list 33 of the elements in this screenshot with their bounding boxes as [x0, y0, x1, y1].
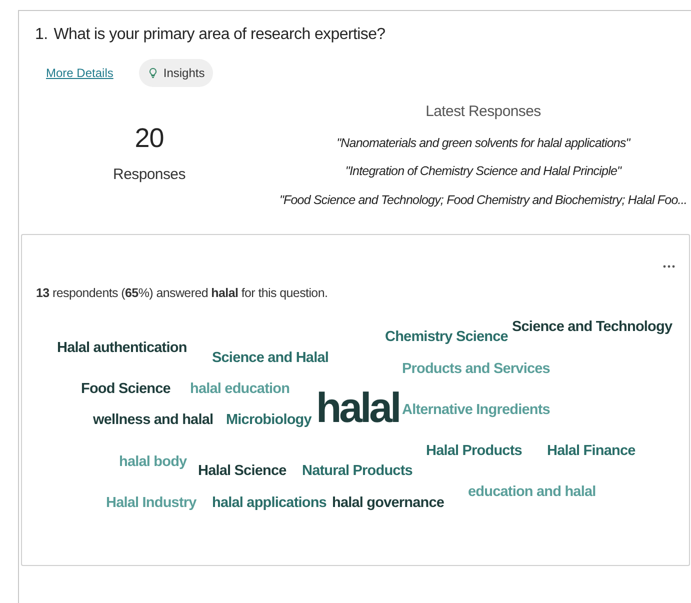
- insights-button[interactable]: Insights: [139, 59, 213, 87]
- cloud-word: wellness and halal: [93, 412, 214, 428]
- cloud-word: Microbiology: [226, 412, 312, 428]
- insight-sentence: 13 respondents (65%) answered halal for this question.: [36, 286, 328, 300]
- cloud-word: Products and Services: [402, 362, 550, 376]
- responses-label: Responses: [113, 165, 186, 185]
- cloud-word: halal body: [119, 454, 187, 470]
- cloud-word: halal: [316, 386, 400, 429]
- cloud-word: Chemistry Science: [385, 330, 508, 344]
- cloud-word: Halal authentication: [57, 340, 187, 356]
- cloud-word: halal governance: [332, 496, 444, 510]
- response-text: "Integration of Chemistry Science and Halal Principle": [345, 163, 622, 180]
- more-details-link[interactable]: More Details: [46, 64, 114, 82]
- cloud-word: Halal Industry: [106, 496, 196, 510]
- question-number: 1.: [35, 25, 48, 45]
- response-text: "Nanomaterials and green solvents for halal applications": [336, 134, 630, 152]
- cloud-word: Halal Finance: [547, 444, 636, 458]
- lightbulb-icon: [147, 67, 160, 79]
- cloud-word: Halal Science: [198, 464, 286, 478]
- more-icon: [663, 264, 675, 268]
- cloud-word: Science and Technology: [512, 320, 672, 334]
- response-text: "Food Science and Technology; Food Chemistry and Biochemistry; Halal Foo...: [279, 192, 687, 209]
- cloud-word: education and halal: [468, 484, 596, 500]
- cloud-word: Natural Products: [302, 464, 412, 478]
- latest-responses-title: Latest Responses: [426, 102, 541, 122]
- cloud-word: Alternative Ingredients: [402, 402, 550, 418]
- cloud-word: Halal Products: [426, 444, 522, 458]
- cloud-word: halal applications: [212, 496, 326, 510]
- cloud-word: Food Science: [81, 382, 170, 396]
- question-text: What is your primary area of research expertise?: [54, 25, 386, 45]
- cloud-word: halal education: [190, 382, 290, 396]
- response-count: 20: [134, 125, 164, 152]
- cloud-word: Science and Halal: [212, 350, 329, 366]
